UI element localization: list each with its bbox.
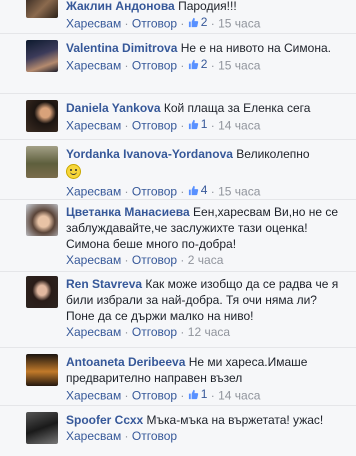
thumbs-up-icon (188, 119, 198, 129)
like-count-value: 4 (200, 183, 208, 197)
comment-time[interactable]: 15 часа (218, 59, 260, 73)
comment-actions: Харесвам · Отговор · 2 · 15 часа (66, 56, 261, 73)
comment-actions: Харесвам · Отговор · 1 · 14 часа (66, 116, 261, 133)
comment-line: Ren Stavreva Как може изобщо да се радва… (66, 276, 348, 324)
thumbs-up-icon (188, 17, 198, 27)
comment-time[interactable]: 12 часа (188, 325, 230, 339)
like-count-value: 2 (200, 57, 208, 71)
avatar[interactable] (26, 146, 58, 178)
reply-link[interactable]: Отговор (132, 59, 177, 73)
like-count[interactable]: 1 (188, 116, 208, 132)
reply-link[interactable]: Отговор (132, 253, 177, 267)
comment-actions: Харесвам · Отговор · 1 · 14 часа (66, 386, 261, 403)
avatar[interactable] (26, 354, 58, 386)
comment-line: Antoaneta Deribeeva Не ми хареса.Имаше п… (66, 354, 348, 386)
smile-emoji-icon (66, 164, 348, 181)
comment-author[interactable]: Yordanka Ivanova-Yordanova (66, 147, 233, 161)
comment-text: Кой плаща за Еленка сега (163, 101, 311, 115)
comment-author[interactable]: Antoaneta Deribeeva (66, 355, 185, 369)
like-link[interactable]: Харесвам (66, 429, 121, 443)
comment-actions: Харесвам · Отговор · 2 · 15 часа (66, 14, 261, 31)
comment-author[interactable]: Цветанка Манасиева (66, 205, 190, 219)
comment-author[interactable]: Жаклин Андонова (66, 0, 175, 13)
like-link[interactable]: Харесвам (66, 17, 121, 31)
avatar[interactable] (26, 204, 58, 236)
comment-item: Ren Stavreva Как може изобщо да се радва… (0, 272, 356, 348)
comment-actions: Харесвам · Отговор (66, 429, 178, 443)
comment-line: Жаклин Андонова Пародия!!! (66, 0, 348, 14)
thumbs-up-icon (188, 59, 198, 69)
like-count-value: 1 (200, 117, 208, 131)
comment-actions: Харесвам · Отговор · 4 · 15 часа (66, 182, 261, 199)
comment-text: Пародия!!! (178, 0, 237, 13)
comment-item: Spoofer Cсхх Мъка-мъка на вържетата! ужа… (0, 406, 356, 456)
comment-time[interactable]: 14 часа (218, 389, 260, 403)
comment-time[interactable]: 2 часа (188, 253, 224, 267)
like-count[interactable]: 2 (188, 56, 208, 72)
reply-link[interactable]: Отговор (132, 325, 177, 339)
comment-actions: Харесвам · Отговор · 2 часа (66, 253, 224, 267)
comment-item: Daniela Yankova Кой плаща за Еленка сега… (0, 94, 356, 140)
like-count-value: 1 (200, 387, 208, 401)
comment-item: Жаклин Андонова Пародия!!! Харесвам · От… (0, 0, 356, 34)
comment-author[interactable]: Valentina Dimitrova (66, 41, 177, 55)
comment-text: Великолепно (236, 147, 310, 161)
comment-line: Yordanka Ivanova-Yordanova Великолепно (66, 146, 348, 162)
comment-text: Не е на нивото на Симона. (180, 41, 331, 55)
like-link[interactable]: Харесвам (66, 325, 121, 339)
thumbs-up-icon (188, 185, 198, 195)
comment-time[interactable]: 15 часа (218, 17, 260, 31)
comment-item: Valentina Dimitrova Не е на нивото на Си… (0, 34, 356, 94)
like-count[interactable]: 4 (188, 182, 208, 198)
comment-item: Antoaneta Deribeeva Не ми хареса.Имаше п… (0, 348, 356, 406)
comment-line: Daniela Yankova Кой плаща за Еленка сега (66, 100, 348, 116)
reply-link[interactable]: Отговор (132, 389, 177, 403)
like-link[interactable]: Харесвам (66, 185, 121, 199)
like-count-value: 2 (200, 15, 208, 29)
avatar[interactable] (26, 0, 58, 18)
like-link[interactable]: Харесвам (66, 389, 121, 403)
comment-time[interactable]: 15 часа (218, 185, 260, 199)
reply-link[interactable]: Отговор (132, 119, 177, 133)
comment-author[interactable]: Spoofer Cсхх (66, 413, 143, 427)
comment-line: Spoofer Cсхх Мъка-мъка на вържетата! ужа… (66, 412, 348, 428)
comment-text: Мъка-мъка на вържетата! ужас! (146, 413, 324, 427)
avatar[interactable] (26, 276, 58, 308)
comment-item: Yordanka Ivanova-Yordanova Великолепно Х… (0, 140, 356, 200)
like-count[interactable]: 1 (188, 386, 208, 402)
avatar[interactable] (26, 100, 58, 132)
like-link[interactable]: Харесвам (66, 119, 121, 133)
like-link[interactable]: Харесвам (66, 59, 121, 73)
comment-actions: Харесвам · Отговор · 12 часа (66, 325, 231, 339)
thumbs-up-icon (188, 389, 198, 399)
comment-item: Цветанка Манасиева Еен,харесвам Ви,но не… (0, 200, 356, 272)
like-count[interactable]: 2 (188, 14, 208, 30)
comment-author[interactable]: Ren Stavreva (66, 277, 142, 291)
avatar[interactable] (26, 412, 58, 444)
comment-time[interactable]: 14 часа (218, 119, 260, 133)
comment-line: Valentina Dimitrova Не е на нивото на Си… (66, 40, 348, 56)
comment-line: Цветанка Манасиева Еен,харесвам Ви,но не… (66, 204, 348, 252)
comment-author[interactable]: Daniela Yankova (66, 101, 161, 115)
reply-link[interactable]: Отговор (132, 185, 177, 199)
reply-link[interactable]: Отговор (132, 17, 177, 31)
like-link[interactable]: Харесвам (66, 253, 121, 267)
avatar[interactable] (26, 40, 58, 72)
reply-link[interactable]: Отговор (132, 429, 177, 443)
comment-feed: Жаклин Андонова Пародия!!! Харесвам · От… (0, 0, 356, 448)
